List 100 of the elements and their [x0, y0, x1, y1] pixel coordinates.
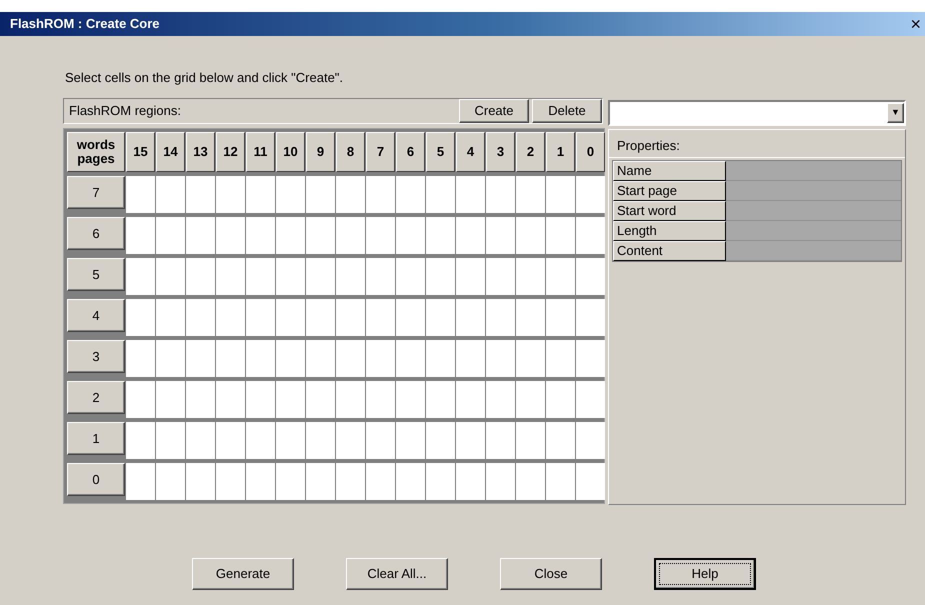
grid-cell[interactable] [336, 422, 365, 459]
grid-cell[interactable] [516, 299, 545, 336]
word-column-header[interactable]: 13 [186, 132, 215, 172]
word-column-header[interactable]: 14 [156, 132, 185, 172]
word-column-header[interactable]: 15 [126, 132, 155, 172]
word-column-header[interactable]: 7 [366, 132, 395, 172]
word-column-header[interactable]: 10 [276, 132, 305, 172]
dialog-button[interactable]: Clear All... [346, 558, 448, 590]
grid-cell[interactable] [546, 258, 575, 295]
grid-cell[interactable] [546, 381, 575, 418]
grid-cell[interactable] [546, 340, 575, 377]
close-button[interactable]: × [910, 15, 921, 33]
grid-cell[interactable] [246, 340, 275, 377]
region-action-button[interactable]: Delete [532, 99, 602, 123]
grid-cell[interactable] [126, 422, 155, 459]
grid-cell[interactable] [246, 381, 275, 418]
grid-cell[interactable] [276, 299, 305, 336]
grid-cell[interactable] [366, 217, 395, 254]
grid-cell[interactable] [246, 463, 275, 500]
grid-cell[interactable] [546, 463, 575, 500]
word-column-header[interactable]: 3 [486, 132, 515, 172]
grid-cell[interactable] [336, 463, 365, 500]
grid-cell[interactable] [156, 217, 185, 254]
word-column-header[interactable]: 11 [246, 132, 275, 172]
grid-cell[interactable] [216, 217, 245, 254]
grid-cell[interactable] [396, 463, 425, 500]
grid-cell[interactable] [126, 340, 155, 377]
grid-cell[interactable] [216, 463, 245, 500]
grid-cell[interactable] [336, 258, 365, 295]
grid-cell[interactable] [426, 217, 455, 254]
grid-cell[interactable] [216, 422, 245, 459]
grid-cell[interactable] [276, 340, 305, 377]
grid-cell[interactable] [456, 258, 485, 295]
grid-cell[interactable] [366, 299, 395, 336]
grid-cell[interactable] [336, 340, 365, 377]
dialog-button[interactable]: Close [500, 558, 602, 590]
grid-cell[interactable] [576, 258, 605, 295]
grid-cell[interactable] [396, 422, 425, 459]
grid-cell[interactable] [516, 422, 545, 459]
grid-cell[interactable] [426, 299, 455, 336]
grid-cell[interactable] [126, 381, 155, 418]
grid-cell[interactable] [246, 258, 275, 295]
word-column-header[interactable]: 8 [336, 132, 365, 172]
grid-cell[interactable] [456, 299, 485, 336]
grid-cell[interactable] [366, 258, 395, 295]
word-column-header[interactable]: 0 [576, 132, 605, 172]
grid-cell[interactable] [576, 381, 605, 418]
grid-cell[interactable] [486, 422, 515, 459]
grid-cell[interactable] [456, 217, 485, 254]
grid-cell[interactable] [516, 381, 545, 418]
grid-cell[interactable] [486, 463, 515, 500]
grid-cell[interactable] [486, 217, 515, 254]
word-column-header[interactable]: 12 [216, 132, 245, 172]
dialog-button[interactable]: Help [654, 558, 756, 590]
word-column-header[interactable]: 2 [516, 132, 545, 172]
word-column-header[interactable]: 1 [546, 132, 575, 172]
grid-cell[interactable] [576, 463, 605, 500]
grid-cell[interactable] [246, 176, 275, 213]
grid-cell[interactable] [156, 422, 185, 459]
word-column-header[interactable]: 9 [306, 132, 335, 172]
grid-cell[interactable] [246, 422, 275, 459]
grid-cell[interactable] [486, 258, 515, 295]
grid-cell[interactable] [126, 463, 155, 500]
grid-cell[interactable] [576, 340, 605, 377]
grid-cell[interactable] [546, 176, 575, 213]
grid-cell[interactable] [306, 381, 335, 418]
grid-cell[interactable] [366, 422, 395, 459]
grid-cell[interactable] [336, 176, 365, 213]
grid-cell[interactable] [486, 176, 515, 213]
grid-cell[interactable] [396, 258, 425, 295]
word-column-header[interactable]: 4 [456, 132, 485, 172]
dialog-button[interactable]: Generate [192, 558, 294, 590]
grid-cell[interactable] [306, 340, 335, 377]
page-row-header[interactable]: 5 [67, 258, 125, 291]
grid-cell[interactable] [516, 258, 545, 295]
grid-cell[interactable] [306, 299, 335, 336]
grid-cell[interactable] [276, 381, 305, 418]
grid-cell[interactable] [306, 217, 335, 254]
page-row-header[interactable]: 1 [67, 422, 125, 455]
grid-cell[interactable] [276, 258, 305, 295]
grid-cell[interactable] [366, 176, 395, 213]
grid-cell[interactable] [576, 217, 605, 254]
grid-cell[interactable] [546, 299, 575, 336]
grid-cell[interactable] [306, 463, 335, 500]
grid-cell[interactable] [186, 381, 215, 418]
page-row-header[interactable]: 2 [67, 381, 125, 414]
grid-cell[interactable] [156, 299, 185, 336]
grid-cell[interactable] [126, 176, 155, 213]
grid-cell[interactable] [306, 176, 335, 213]
grid-cell[interactable] [396, 217, 425, 254]
grid-cell[interactable] [156, 340, 185, 377]
grid-cell[interactable] [396, 340, 425, 377]
grid-cell[interactable] [306, 258, 335, 295]
word-column-header[interactable]: 5 [426, 132, 455, 172]
grid-cell[interactable] [516, 340, 545, 377]
grid-cell[interactable] [246, 299, 275, 336]
grid-cell[interactable] [186, 422, 215, 459]
grid-cell[interactable] [216, 176, 245, 213]
grid-cell[interactable] [576, 299, 605, 336]
page-row-header[interactable]: 4 [67, 299, 125, 332]
